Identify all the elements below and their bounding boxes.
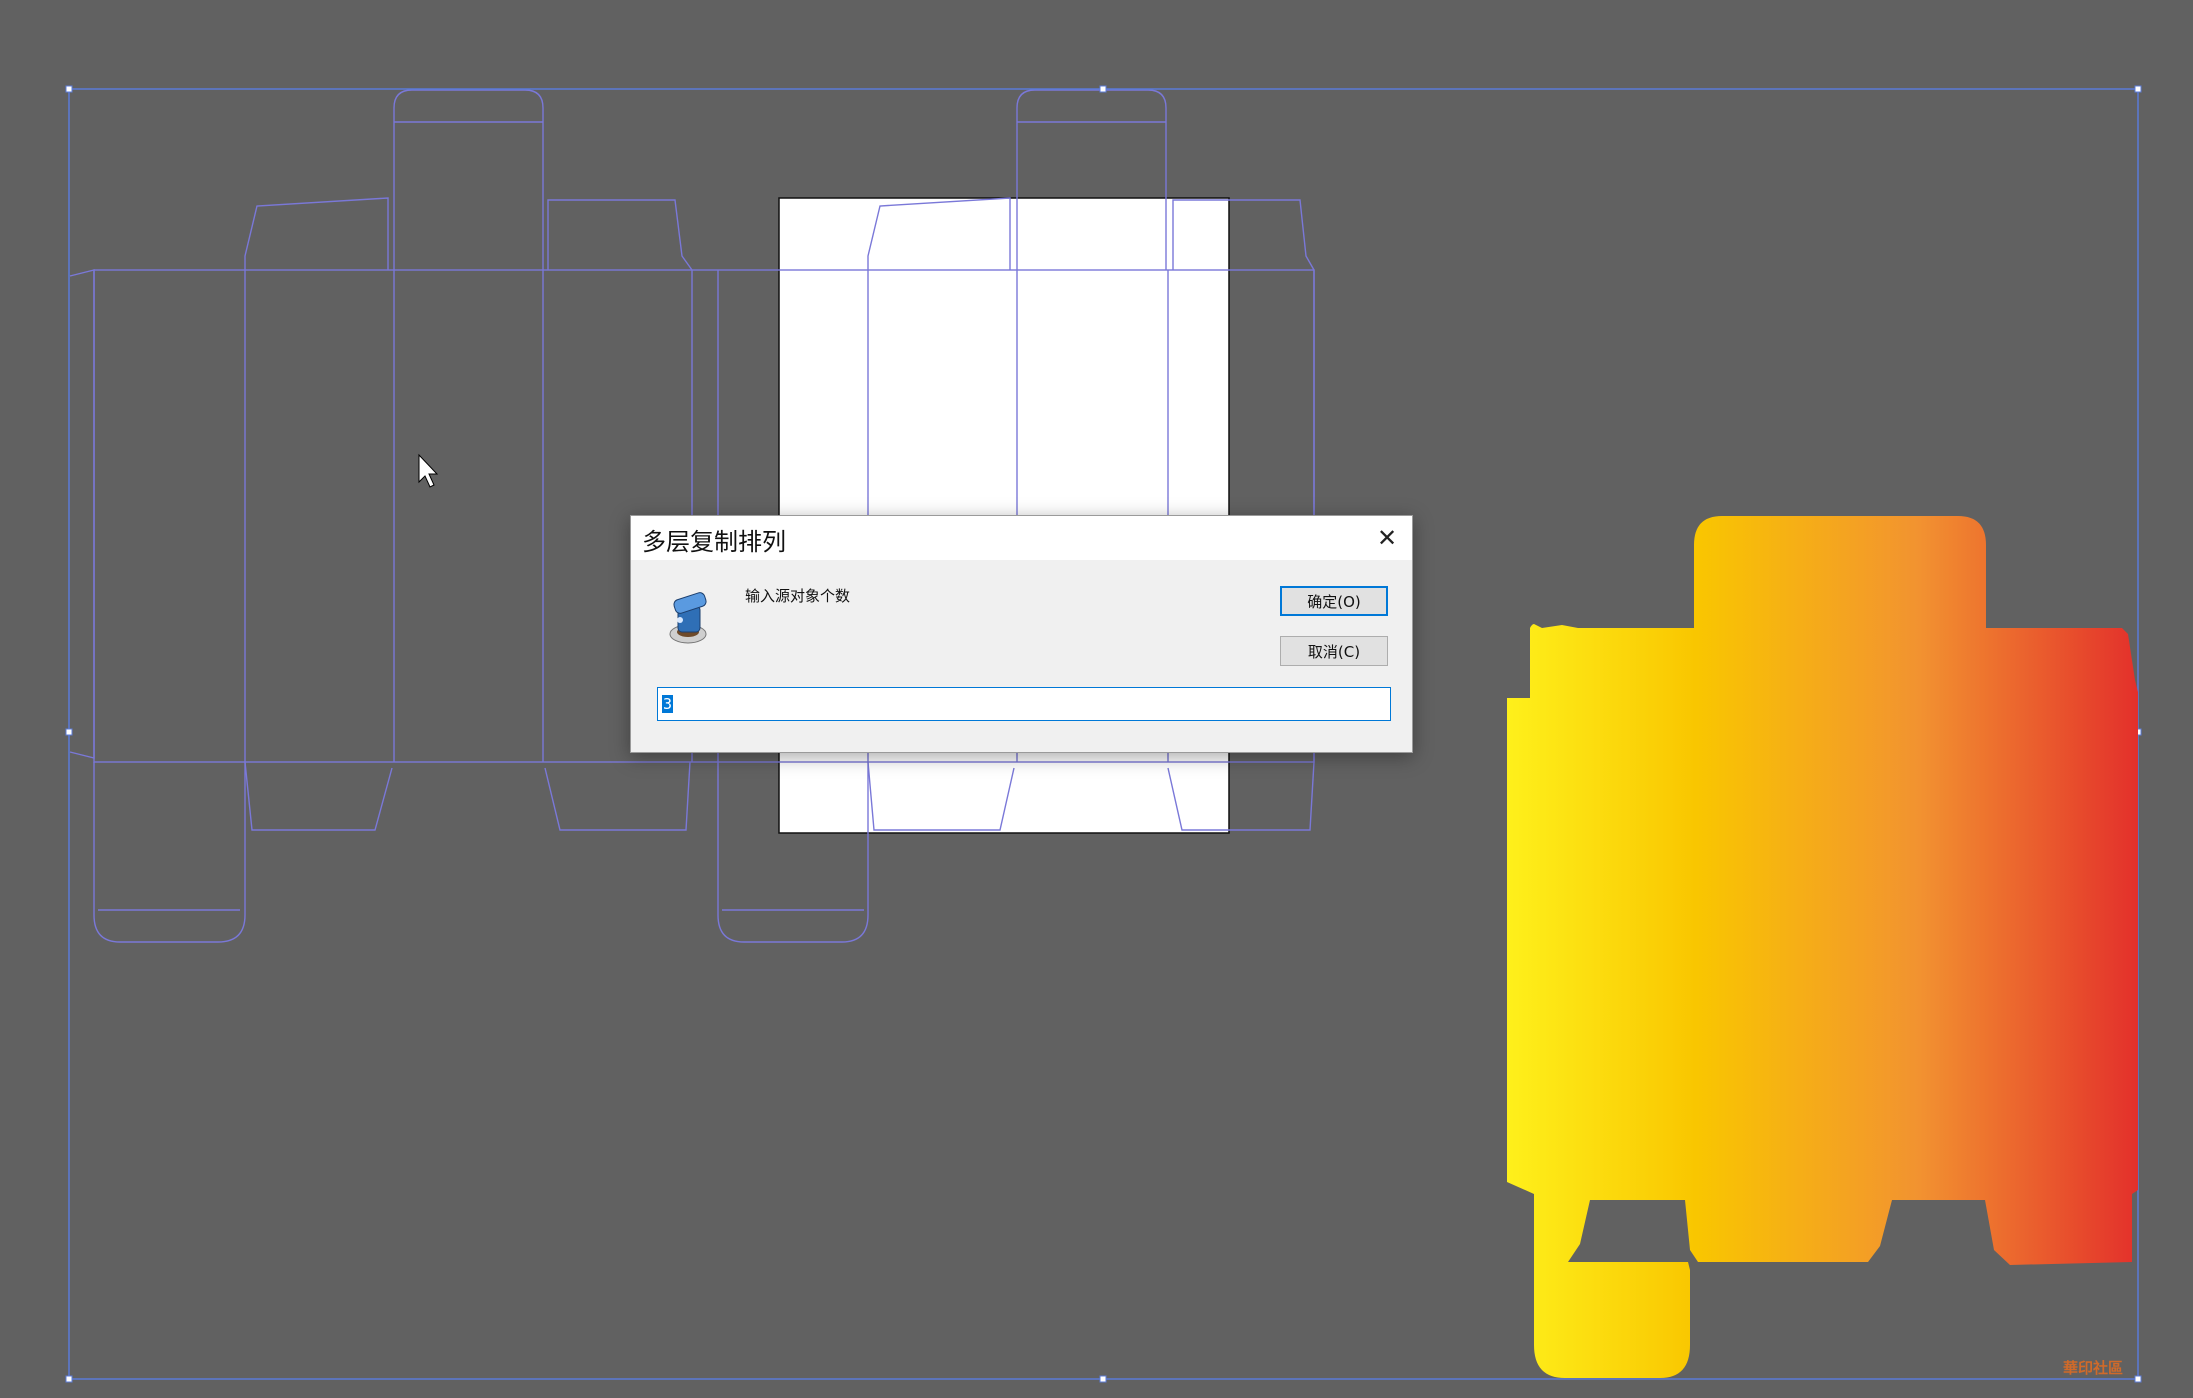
- cancel-button[interactable]: 取消(C): [1280, 636, 1388, 666]
- prompt-label: 输入源对象个数: [745, 587, 851, 605]
- multi-layer-copy-dialog: 多层复制排列 ✕ 输入源对象个数 确定(O) 取消(C) 3: [630, 515, 1413, 753]
- tool-icon: [669, 592, 707, 644]
- ok-button[interactable]: 确定(O): [1280, 586, 1388, 616]
- object-count-value: 3: [662, 695, 674, 713]
- close-icon[interactable]: ✕: [1372, 523, 1402, 553]
- gradient-box-shape[interactable]: [1507, 516, 2138, 1378]
- dialog-titlebar[interactable]: 多层复制排列 ✕: [631, 516, 1412, 560]
- watermark-logo: 華印社區: [2063, 1359, 2124, 1377]
- arrow-cursor-icon: [418, 453, 439, 488]
- dialog-title: 多层复制排列: [642, 528, 786, 556]
- object-count-input[interactable]: 3: [657, 687, 1391, 721]
